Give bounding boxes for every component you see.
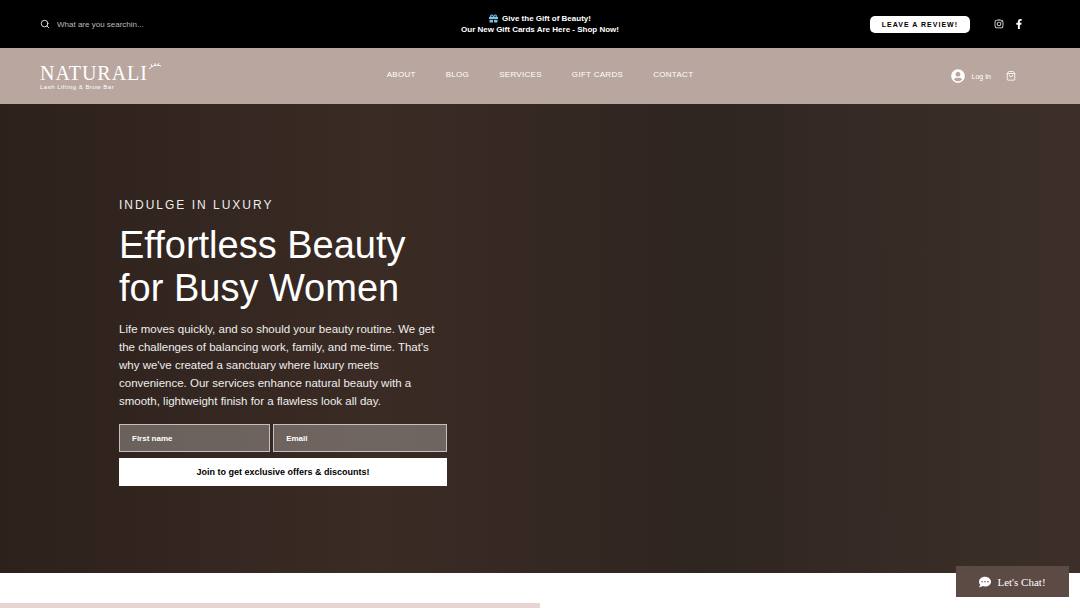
user-icon[interactable] [951, 69, 965, 83]
announcement-bar: What are you searchin... Give the Gift of… [0, 0, 1080, 48]
hero-body: Life moves quickly, and so should your b… [119, 320, 449, 410]
hero-eyebrow: INDULGE IN LUXURY [119, 198, 1080, 212]
nav-link[interactable]: CONTACT [653, 70, 693, 79]
main-nav: ABOUT BLOG SERVICES GIFT CARDS CONTACT [387, 70, 694, 79]
nav-link[interactable]: ABOUT [387, 70, 416, 79]
signup-field[interactable] [119, 424, 270, 452]
nav-link[interactable]: BLOG [446, 70, 469, 79]
logo[interactable]: NATURALILash Lifting & Brow Bar [0, 63, 387, 90]
cart-icon[interactable] [1006, 71, 1016, 81]
site-search[interactable]: What are you searchin... [0, 19, 461, 29]
signup-form: Join to get exclusive offers & discounts… [119, 424, 447, 486]
logo-text: NATURALI [40, 63, 148, 83]
login-link[interactable]: Log In [972, 73, 991, 80]
facebook-icon[interactable] [1014, 19, 1024, 29]
signup-field[interactable] [273, 424, 447, 452]
next-section [0, 573, 1080, 608]
section-bar [0, 603, 540, 608]
chat-icon [979, 576, 991, 588]
signup-button[interactable]: Join to get exclusive offers & discounts… [119, 458, 447, 486]
search-placeholder: What are you searchin... [57, 20, 144, 29]
logo-tagline: Lash Lifting & Brow Bar [40, 84, 387, 90]
lash-icon [148, 63, 162, 71]
review-button[interactable]: LEAVE A REVIEW! [870, 16, 970, 33]
announcement[interactable]: Give the Gift of Beauty!Our New Gift Car… [461, 13, 619, 35]
site-header: NATURALILash Lifting & Brow BarABOUT BLOG… [0, 48, 1080, 104]
hero-title: Effortless Beautyfor Busy Women [119, 224, 1080, 310]
nav-link[interactable]: GIFT CARDS [572, 70, 623, 79]
gift-icon [489, 14, 498, 23]
announcement-subtitle: Our New Gift Cards Are Here - Shop Now! [461, 24, 619, 35]
announcement-title: Give the Gift of Beauty! [502, 13, 591, 24]
search-icon [40, 19, 50, 29]
instagram-icon[interactable] [994, 19, 1004, 29]
chat-button[interactable]: Let's Chat! [956, 566, 1069, 597]
nav-link[interactable]: SERVICES [499, 70, 542, 79]
hero: INDULGE IN LUXURY Effortless Beautyfor Bu… [0, 104, 1080, 573]
page: What are you searchin... Give the Gift of… [0, 0, 1080, 608]
